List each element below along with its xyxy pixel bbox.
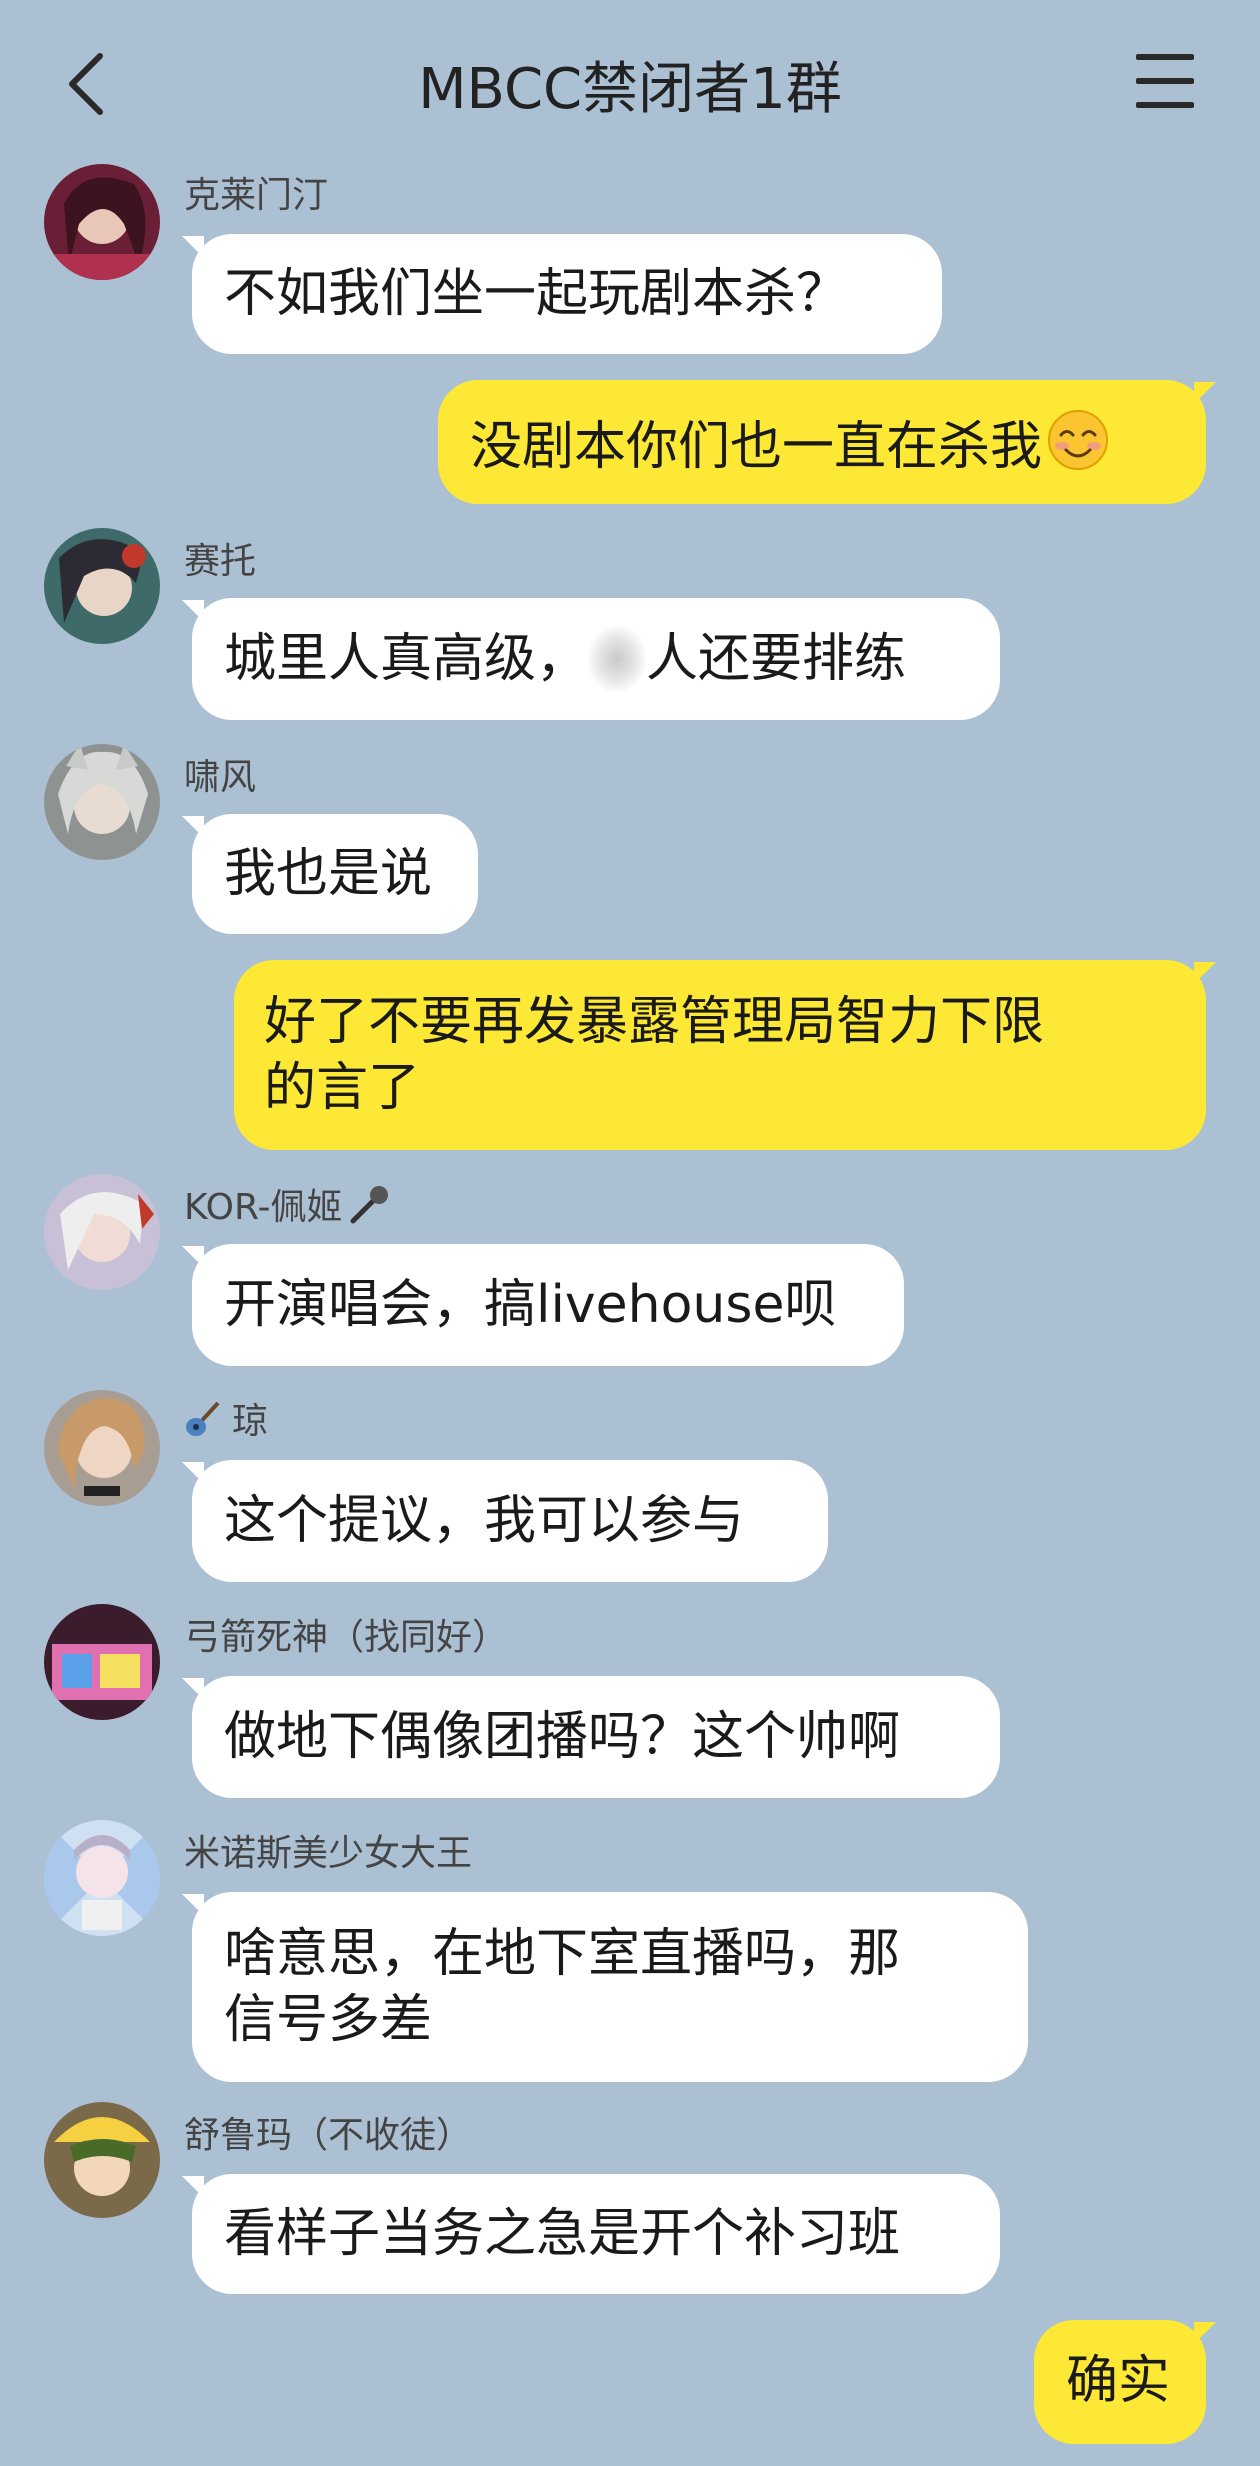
message-text: 确实 (1066, 2351, 1171, 2411)
message-bubble[interactable]: 不如我们坐一起玩剧本杀？ (182, 234, 942, 354)
message-text: 我也是说 (224, 844, 433, 904)
message-text: 看样子当务之急是开个补习班 (224, 2204, 901, 2264)
chat-title: MBCC禁闭者1群 (418, 57, 842, 122)
microphone-icon (350, 1186, 388, 1224)
message-bubble[interactable]: 啥意思，在地下室直播吗，那 信号多差 (182, 1892, 1028, 2082)
sender-name: 琼 (184, 1392, 268, 1444)
message-text-part: 城里人真高级， (224, 629, 589, 689)
message-text-line: 信号多差 (224, 1990, 433, 2050)
hamburger-menu-icon (1136, 54, 1194, 60)
chat-header: MBCC禁闭者1群 (0, 0, 1260, 160)
avatar-kor-peggy[interactable] (44, 1174, 160, 1290)
avatar-image (44, 1390, 160, 1506)
message-text-line: 的言了 (264, 1058, 421, 1118)
message-text: 这个提议，我可以参与 (224, 1491, 745, 1551)
message-bubble-self[interactable]: 没剧本你们也一直在杀我 (438, 380, 1216, 504)
message-text: 不如我们坐一起玩剧本杀？ (224, 264, 849, 324)
message-bubble[interactable]: 城里人真高级， 人还要排练 (182, 598, 1000, 720)
smiling-face-icon (1048, 410, 1109, 470)
message-text: 做地下偶像团播吗？这个帅啊 (224, 1707, 901, 1767)
sender-name: 米诺斯美少女大王 (184, 1833, 473, 1874)
message-bubble[interactable]: 做地下偶像团播吗？这个帅啊 (182, 1676, 1000, 1798)
message-text: 开演唱会，搞livehouse呗 (224, 1275, 837, 1335)
message-bubble[interactable]: 我也是说 (182, 814, 478, 934)
avatar-image (44, 1820, 160, 1936)
message-bubble[interactable]: 看样子当务之急是开个补习班 (182, 2174, 1000, 2294)
message-text: 没剧本你们也一直在杀我 (470, 417, 1043, 477)
message-bubble[interactable]: 开演唱会，搞livehouse呗 (182, 1244, 904, 1366)
message-text-line: 好了不要再发暴露管理局智力下限 (264, 992, 1045, 1052)
avatar-clementine[interactable] (44, 164, 160, 280)
avatar-archer-reaper[interactable] (44, 1604, 160, 1720)
avatar-xiaofeng[interactable] (44, 744, 160, 860)
avatar-qiong[interactable] (44, 1390, 160, 1506)
avatar-image (44, 164, 160, 280)
sender-name: 啸风 (184, 757, 257, 798)
avatar-minos[interactable] (44, 1820, 160, 1936)
avatar-image (44, 1174, 160, 1290)
sender-name: KOR-佩姬 (184, 1178, 391, 1230)
avatar-saito[interactable] (44, 528, 160, 644)
guitar-icon (186, 1401, 220, 1436)
menu-button[interactable] (1136, 54, 1198, 108)
avatar-image (44, 528, 160, 644)
sender-name: 克莱门汀 (184, 175, 329, 216)
sender-name: 舒鲁玛（不收徒） (184, 2115, 473, 2156)
sender-name: 赛托 (184, 541, 257, 582)
message-bubble-self[interactable]: 好了不要再发暴露管理局智力下限 的言了 (234, 960, 1216, 1150)
message-text-line: 啥意思，在地下室直播吗，那 (224, 1924, 901, 1984)
sender-name: 弓箭死神（找同好） (184, 1617, 509, 1658)
message-text-part: 人还要排练 (646, 629, 907, 689)
avatar-image (44, 1604, 160, 1720)
message-bubble-self[interactable]: 确实 (1034, 2320, 1216, 2444)
censored-character (588, 626, 647, 692)
message-bubble[interactable]: 这个提议，我可以参与 (182, 1460, 828, 1582)
avatar-image (44, 2102, 160, 2218)
avatar-image (44, 744, 160, 860)
avatar-shuruma[interactable] (44, 2102, 160, 2218)
